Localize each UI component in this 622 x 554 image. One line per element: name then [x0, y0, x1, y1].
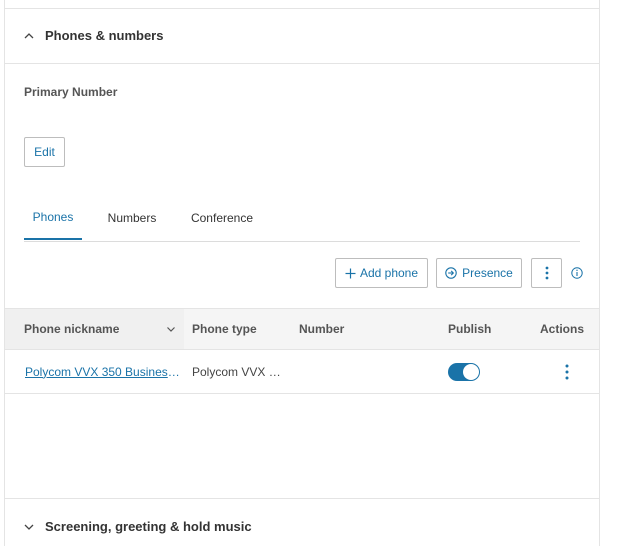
chevron-down-icon [24, 524, 34, 530]
chevron-up-icon [24, 32, 34, 38]
column-header-number: Number [299, 322, 345, 336]
phone-nickname-cell: Polycom VVX 350 Business Media Phone [25, 350, 180, 393]
phones-tabs: Phones Numbers Conference [24, 196, 580, 242]
publish-toggle[interactable] [448, 363, 480, 381]
table-header: Phone nickname Phone type Number Publish… [5, 308, 599, 350]
phone-type-value: Polycom VVX 350 [192, 364, 284, 379]
add-phone-label: Add phone [359, 266, 419, 280]
phone-type-cell: Polycom VVX 350 [192, 350, 284, 393]
toggle-knob [463, 364, 479, 380]
vertical-ellipsis-icon [545, 266, 548, 280]
tab-conference[interactable]: Conference [184, 196, 260, 240]
row-actions-icon[interactable] [560, 362, 574, 382]
column-header-phone-nickname[interactable]: Phone nickname [5, 309, 184, 349]
chevron-down-icon[interactable] [166, 324, 176, 334]
column-header-publish: Publish [448, 322, 492, 336]
more-options-button[interactable] [531, 258, 562, 288]
section-title: Screening, greeting & hold music [45, 519, 252, 534]
table-row: Polycom VVX 350 Business Media Phone Pol… [5, 350, 599, 394]
plus-icon [345, 268, 356, 278]
phone-nickname-link[interactable]: Polycom VVX 350 Business Media Phone [25, 365, 180, 379]
column-header-phone-type: Phone type [192, 322, 257, 336]
presence-label: Presence [462, 266, 513, 280]
add-phone-button[interactable]: Add phone [335, 258, 428, 288]
tab-phones[interactable]: Phones [24, 196, 82, 240]
info-icon[interactable] [571, 267, 583, 279]
edit-button[interactable]: Edit [24, 137, 65, 167]
phones-numbers-panel: Phones & numbers Primary Number Edit Pho… [4, 0, 600, 546]
column-header-actions: Actions [540, 322, 585, 336]
column-label: Phone nickname [24, 322, 120, 336]
tab-numbers[interactable]: Numbers [99, 196, 165, 240]
arrow-circle-icon [445, 267, 457, 279]
section-title: Phones & numbers [45, 28, 164, 43]
presence-button[interactable]: Presence [436, 258, 522, 288]
phones-numbers-section-header[interactable]: Phones & numbers [5, 8, 599, 64]
primary-number-label: Primary Number [24, 85, 118, 99]
